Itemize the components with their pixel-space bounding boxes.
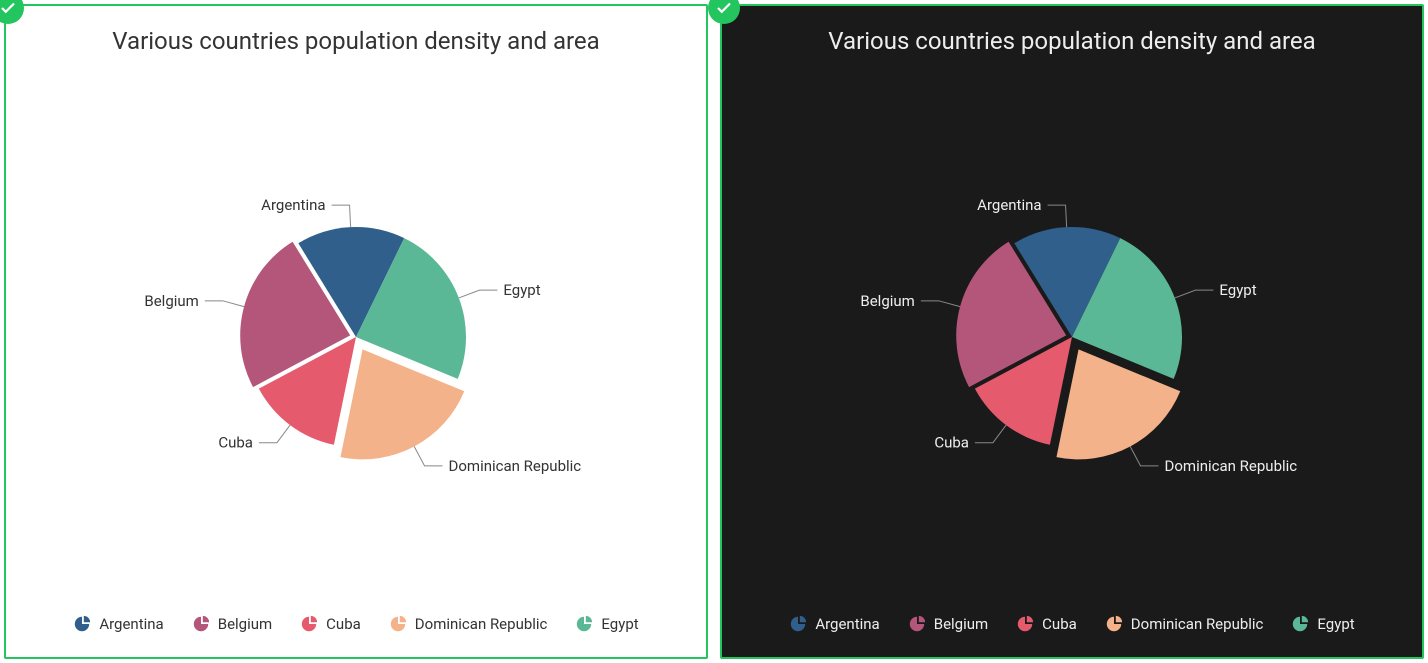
leader-line <box>332 205 351 227</box>
slice-label: Cuba <box>218 434 253 452</box>
slice-label: Dominican Republic <box>449 457 582 475</box>
leader-line <box>205 301 244 307</box>
slice-label: Egypt <box>1219 281 1256 299</box>
leader-line <box>1048 205 1067 227</box>
slice-label: Belgium <box>860 292 914 310</box>
check-icon <box>0 0 24 24</box>
leader-line <box>259 425 290 443</box>
chart-title: Various countries population density and… <box>66 26 646 57</box>
legend-label: Argentina <box>99 615 163 633</box>
slice-label: Egypt <box>503 281 540 299</box>
legend-item[interactable]: Argentina <box>73 615 163 633</box>
legend-label: Dominican Republic <box>415 615 548 633</box>
legend-label: Egypt <box>601 615 638 633</box>
slice-label: Argentina <box>261 196 325 214</box>
legend-label: Belgium <box>934 615 988 633</box>
slice-label: Dominican Republic <box>1165 457 1298 475</box>
pie-icon <box>73 615 91 633</box>
legend-item[interactable]: Cuba <box>300 615 361 633</box>
legend-item[interactable]: Belgium <box>908 615 988 633</box>
check-icon <box>708 0 740 24</box>
legend-item[interactable]: Dominican Republic <box>389 615 548 633</box>
pie-icon <box>789 615 807 633</box>
pie-chart: Argentina Belgium Cuba Dominican Republic Eg… <box>742 67 1402 607</box>
chart-title: Various countries population density and… <box>782 26 1362 57</box>
legend-item[interactable]: Egypt <box>1291 615 1354 633</box>
pie-icon <box>1105 615 1123 633</box>
chart-panel-light: Various countries population density and… <box>4 4 708 659</box>
legend-label: Cuba <box>326 615 361 633</box>
legend-label: Cuba <box>1042 615 1077 633</box>
pie-icon <box>389 615 407 633</box>
leader-line <box>1130 447 1158 466</box>
chart-panel-dark: Various countries population density and… <box>720 4 1424 659</box>
pie-icon <box>192 615 210 633</box>
legend-item[interactable]: Egypt <box>575 615 638 633</box>
pie-icon <box>908 615 926 633</box>
legend-item[interactable]: Dominican Republic <box>1105 615 1264 633</box>
pie-icon <box>300 615 318 633</box>
leader-line <box>414 447 442 466</box>
legend-label: Dominican Republic <box>1131 615 1264 633</box>
slice-label: Argentina <box>977 196 1041 214</box>
legend-item[interactable]: Belgium <box>192 615 272 633</box>
pie-icon <box>1016 615 1034 633</box>
legend-label: Argentina <box>815 615 879 633</box>
legend-item[interactable]: Argentina <box>789 615 879 633</box>
pie-icon <box>1291 615 1309 633</box>
leader-line <box>975 425 1006 443</box>
legend-label: Belgium <box>218 615 272 633</box>
slice-label: Belgium <box>144 292 198 310</box>
leader-line <box>921 301 960 307</box>
legend: Argentina Belgium Cuba Dominican Republic Eg… <box>742 607 1402 637</box>
legend-item[interactable]: Cuba <box>1016 615 1077 633</box>
pie-chart: Argentina Belgium Cuba Dominican Republic Eg… <box>26 67 686 607</box>
legend: Argentina Belgium Cuba Dominican Republic Eg… <box>26 607 686 637</box>
leader-line <box>459 290 498 298</box>
legend-label: Egypt <box>1317 615 1354 633</box>
leader-line <box>1175 290 1214 298</box>
slice-label: Cuba <box>934 434 969 452</box>
pie-icon <box>575 615 593 633</box>
